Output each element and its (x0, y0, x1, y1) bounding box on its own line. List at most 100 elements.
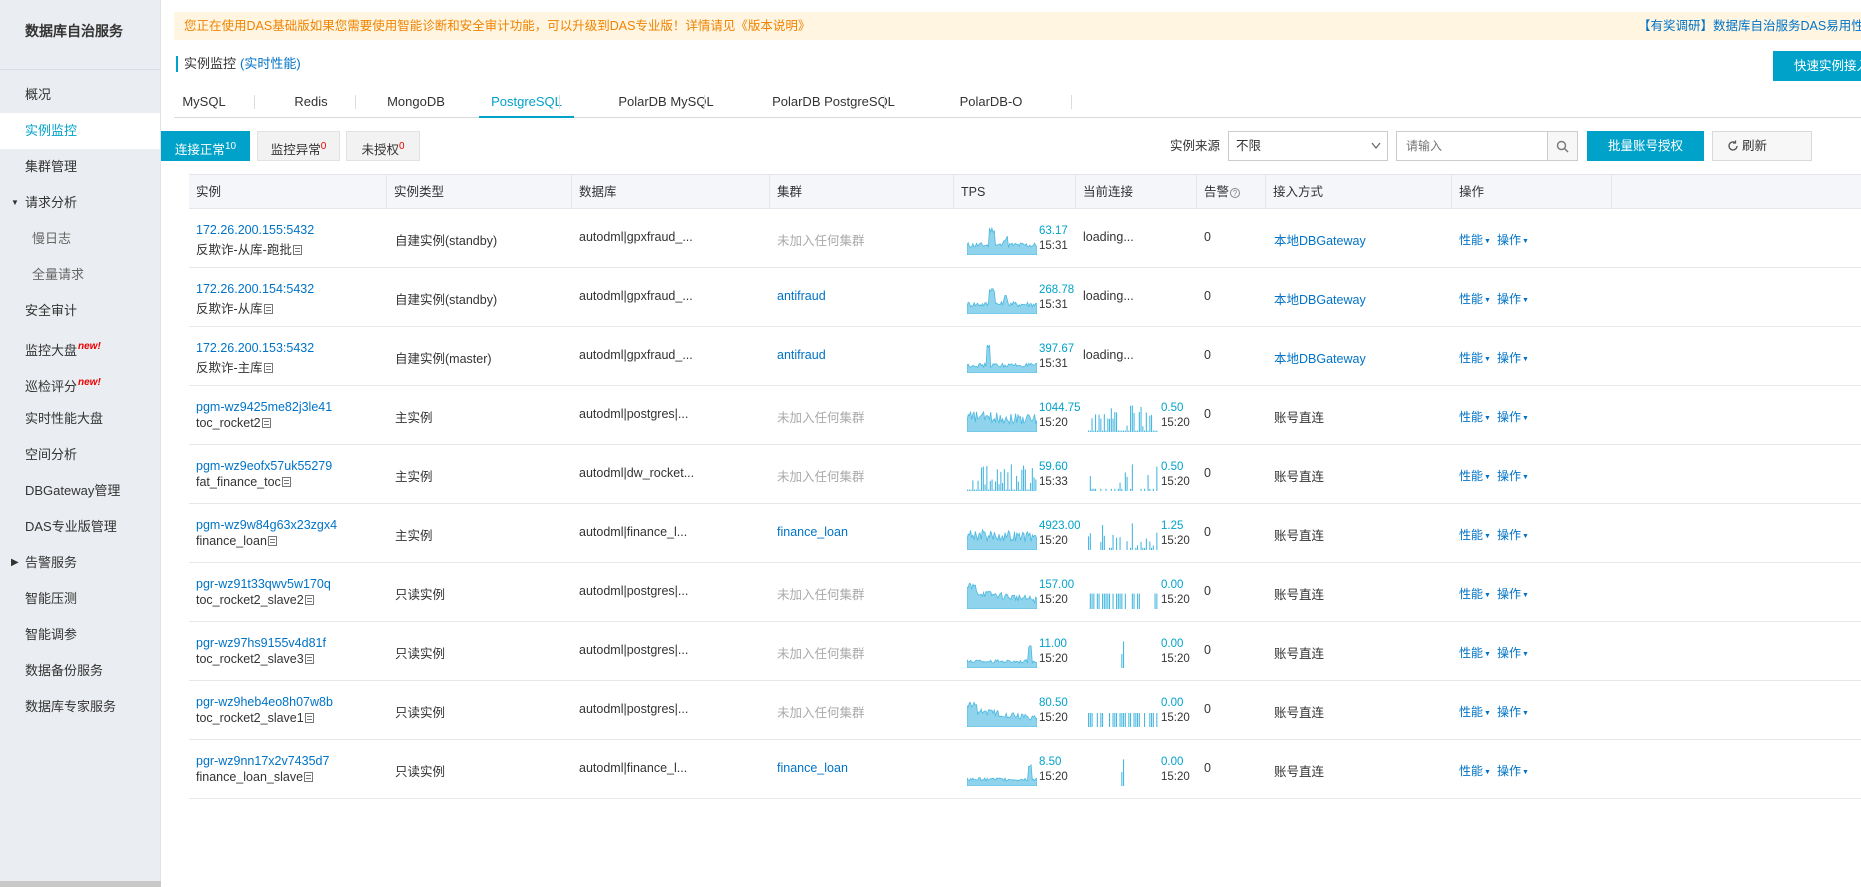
tps-sparkline[interactable] (966, 581, 1038, 612)
performance-menu[interactable]: 性能▼ (1459, 410, 1491, 424)
instance-id-link[interactable]: 172.26.200.153:5432 (196, 341, 314, 355)
sidebar-item[interactable]: ▼ 请求分析 (0, 185, 160, 221)
doc-icon[interactable] (267, 536, 277, 546)
cluster-name[interactable]: antifraud (777, 289, 826, 303)
action-menu[interactable]: 操作▼ (1497, 233, 1529, 247)
connections-sparkline[interactable] (1088, 699, 1158, 730)
tab-polardb-mysql[interactable]: PolarDB MySQL (607, 88, 725, 118)
status-abnormal-button[interactable]: 监控异常0 (257, 131, 340, 161)
connections-sparkline[interactable] (1088, 640, 1158, 671)
realtime-link[interactable]: (实时性能) (240, 56, 301, 71)
action-menu[interactable]: 操作▼ (1497, 587, 1529, 601)
doc-icon[interactable] (304, 654, 314, 664)
connections-sparkline[interactable] (1088, 404, 1158, 435)
source-select[interactable]: 不限 (1228, 131, 1388, 161)
performance-menu[interactable]: 性能▼ (1459, 587, 1491, 601)
survey-link[interactable]: 【有奖调研】数据库自治服务DAS易用性调 (1638, 12, 1861, 40)
instance-id-link[interactable]: pgr-wz9nn17x2v7435d7 (196, 754, 329, 768)
action-menu[interactable]: 操作▼ (1497, 705, 1529, 719)
sidebar-item[interactable]: 全量请求 (0, 257, 160, 293)
doc-icon[interactable] (304, 713, 314, 723)
sidebar-item[interactable]: 实时性能大盘 (0, 401, 160, 437)
quick-access-button[interactable]: 快速实例接入 (1773, 51, 1861, 81)
tps-sparkline[interactable] (966, 758, 1038, 789)
sidebar-item[interactable]: 集群管理 (0, 149, 160, 185)
action-menu[interactable]: 操作▼ (1497, 410, 1529, 424)
access-method[interactable]: 本地DBGateway (1274, 348, 1366, 367)
tab-redis[interactable]: Redis (276, 88, 346, 118)
performance-menu[interactable]: 性能▼ (1459, 233, 1491, 247)
performance-menu[interactable]: 性能▼ (1459, 292, 1491, 306)
sidebar-item[interactable]: 空间分析 (0, 437, 160, 473)
connections-sparkline[interactable] (1088, 463, 1158, 494)
sidebar-item[interactable]: ▶ 告警服务 (0, 545, 160, 581)
performance-menu[interactable]: 性能▼ (1459, 351, 1491, 365)
action-menu[interactable]: 操作▼ (1497, 351, 1529, 365)
tps-sparkline[interactable] (966, 286, 1038, 317)
sidebar-item[interactable]: DBGateway管理 (0, 473, 160, 509)
help-icon[interactable]: ? (1230, 188, 1241, 198)
action-menu[interactable]: 操作▼ (1497, 646, 1529, 660)
performance-menu[interactable]: 性能▼ (1459, 646, 1491, 660)
instance-id-link[interactable]: pgm-wz9w84g63x23zgx4 (196, 518, 337, 532)
connections-sparkline[interactable] (1088, 522, 1158, 553)
sidebar-item[interactable]: 数据备份服务 (0, 653, 160, 689)
instance-id-link[interactable]: pgm-wz9eofx57uk55279 (196, 459, 332, 473)
doc-icon[interactable] (304, 595, 314, 605)
doc-icon[interactable] (281, 477, 291, 487)
sidebar-item[interactable]: 安全审计 (0, 293, 160, 329)
tab-polardb-postgresql[interactable]: PolarDB PostgreSQL (756, 88, 911, 118)
tps-sparkline[interactable] (966, 343, 1038, 376)
instance-id-link[interactable]: 172.26.200.155:5432 (196, 223, 314, 237)
instance-id-link[interactable]: pgr-wz91t33qwv5w170q (196, 577, 331, 591)
performance-menu[interactable]: 性能▼ (1459, 528, 1491, 542)
doc-icon[interactable] (292, 245, 302, 255)
cluster-name[interactable]: finance_loan (777, 525, 848, 539)
connections-sparkline[interactable] (1088, 581, 1158, 612)
refresh-button[interactable]: 刷新 (1712, 131, 1812, 161)
search-input[interactable] (1396, 131, 1548, 161)
sidebar-item[interactable]: 巡检评分new! (0, 365, 160, 401)
tab-mysql[interactable]: MySQL (174, 88, 234, 118)
tab-polardb-o[interactable]: PolarDB-O (941, 88, 1041, 118)
tps-sparkline[interactable] (966, 522, 1038, 553)
doc-icon[interactable] (261, 418, 271, 428)
cluster-name[interactable]: finance_loan (777, 761, 848, 775)
action-menu[interactable]: 操作▼ (1497, 469, 1529, 483)
sidebar-item[interactable]: 实例监控 (0, 113, 160, 149)
action-menu[interactable]: 操作▼ (1497, 528, 1529, 542)
batch-authorize-button[interactable]: 批量账号授权 (1587, 131, 1704, 161)
tps-sparkline[interactable] (966, 404, 1038, 435)
sidebar-item[interactable]: DAS专业版管理 (0, 509, 160, 545)
upgrade-notice-text[interactable]: 您正在使用DAS基础版如果您需要使用智能诊断和安全审计功能，可以升级到DAS专业… (184, 19, 810, 33)
status-normal-button[interactable]: 连接正常10 (161, 131, 250, 161)
tps-sparkline[interactable] (966, 699, 1038, 730)
connections-sparkline[interactable] (1088, 758, 1158, 789)
instance-id-link[interactable]: pgr-wz9heb4eo8h07w8b (196, 695, 333, 709)
performance-menu[interactable]: 性能▼ (1459, 764, 1491, 778)
tps-sparkline[interactable] (966, 226, 1038, 258)
search-button[interactable] (1548, 131, 1578, 161)
sidebar-item[interactable]: 概况 (0, 77, 160, 113)
sidebar-item[interactable]: 监控大盘new! (0, 329, 160, 365)
tps-sparkline[interactable] (967, 463, 1037, 494)
action-menu[interactable]: 操作▼ (1497, 764, 1529, 778)
performance-menu[interactable]: 性能▼ (1459, 469, 1491, 483)
access-method[interactable]: 本地DBGateway (1274, 230, 1366, 249)
doc-icon[interactable] (263, 304, 273, 314)
doc-icon[interactable] (263, 363, 273, 373)
sidebar-item[interactable]: 智能调参 (0, 617, 160, 653)
tps-sparkline[interactable] (966, 640, 1038, 671)
instance-id-link[interactable]: pgr-wz97hs9155v4d81f (196, 636, 326, 650)
instance-id-link[interactable]: pgm-wz9425me82j3le41 (196, 400, 332, 414)
tab-mongodb[interactable]: MongoDB (366, 88, 466, 118)
status-unauthorized-button[interactable]: 未授权0 (346, 131, 420, 161)
sidebar-scrollbar[interactable] (0, 881, 161, 887)
sidebar-item[interactable]: 数据库专家服务 (0, 689, 160, 725)
sidebar-item[interactable]: 慢日志 (0, 221, 160, 257)
sidebar-item[interactable]: 智能压测 (0, 581, 160, 617)
cluster-name[interactable]: antifraud (777, 348, 826, 362)
action-menu[interactable]: 操作▼ (1497, 292, 1529, 306)
performance-menu[interactable]: 性能▼ (1459, 705, 1491, 719)
access-method[interactable]: 本地DBGateway (1274, 289, 1366, 308)
